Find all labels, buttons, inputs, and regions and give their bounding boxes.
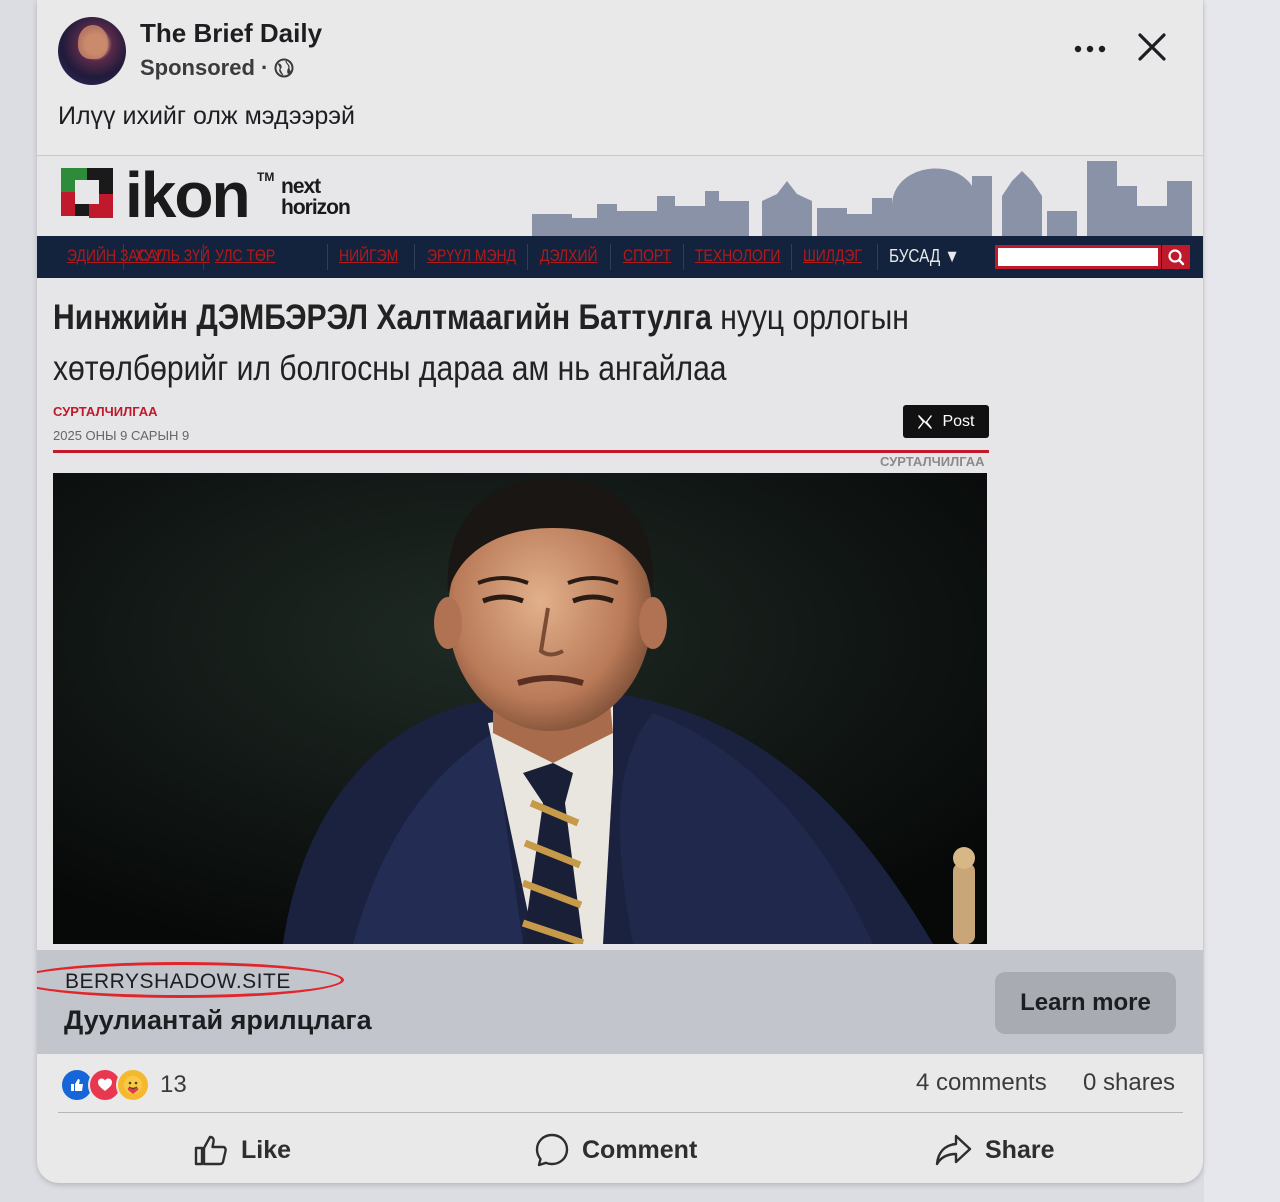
nav-item: ХУУЛЬ ЗҮЙ: [135, 246, 210, 265]
nav-separator: [791, 244, 792, 270]
ikon-logo-tm: TM: [257, 170, 275, 184]
nav-separator: [123, 244, 124, 270]
city-skyline-illustration: [532, 161, 1192, 236]
nav-item: ЭРҮҮЛ МЭНД: [427, 246, 516, 265]
nav-separator: [683, 244, 684, 270]
globe-icon: [274, 58, 294, 78]
site-navbar: ЭДИЙН ЗАСАГ ХУУЛЬ ЗҮЙ УЛС ТӨР НИЙГЭМ ЭРҮ…: [37, 236, 1203, 278]
more-options-button[interactable]: [1071, 30, 1109, 66]
x-post-label: Post: [942, 412, 975, 430]
share-arrow-icon: [935, 1134, 972, 1166]
thumbs-up-icon: [194, 1135, 227, 1166]
post-caption: Илүү ихийг олж мэдээрэй: [58, 102, 355, 130]
article-category: СУРТАЛЧИЛГАА: [53, 404, 158, 419]
site-search-button: [1162, 245, 1190, 269]
care-reaction-icon: [116, 1068, 150, 1102]
nav-separator: [327, 244, 328, 270]
nav-separator: [877, 244, 878, 270]
nav-item: УЛС ТӨР: [215, 246, 276, 265]
comments-count[interactable]: 4 comments: [916, 1069, 1047, 1097]
site-search-box: [995, 245, 1161, 269]
article-date: 2025 ОНЫ 9 САРЫН 9: [53, 428, 190, 443]
comment-bubble-icon: [535, 1133, 569, 1167]
page-name[interactable]: The Brief Daily: [140, 18, 322, 49]
reactions-summary[interactable]: 13: [60, 1068, 187, 1102]
sponsored-post: The Brief Daily Sponsored · Илүү ихийг о…: [37, 0, 1203, 1183]
nav-item: ТЕХНОЛОГИ: [695, 246, 781, 265]
like-button[interactable]: Like: [193, 1128, 291, 1172]
nav-item: ДЭЛХИЙ: [540, 246, 598, 265]
close-button[interactable]: [1133, 28, 1171, 66]
shares-count[interactable]: 0 shares: [1083, 1069, 1175, 1097]
ad-creative-image[interactable]: ikon TM next horizon ЭДИЙН ЗАСАГ ХУУЛЬ З…: [37, 155, 1203, 951]
page-avatar[interactable]: [58, 17, 126, 85]
site-header: ikon TM next horizon: [37, 156, 1203, 236]
action-divider: [58, 1112, 1183, 1113]
article-category-right: СУРТАЛЧИЛГАА: [880, 454, 985, 469]
sponsored-text: Sponsored ·: [140, 55, 269, 80]
article-headline: Нинжийн ДЭМБЭРЭЛ Халтмаагийн Баттулга ну…: [53, 292, 999, 394]
nav-separator: [414, 244, 415, 270]
share-button[interactable]: Share: [935, 1128, 1054, 1172]
man-portrait-illustration: [53, 473, 987, 944]
learn-more-button[interactable]: Learn more: [995, 972, 1176, 1034]
nav-item: НИЙГЭМ: [339, 246, 399, 265]
nav-more-menu: БУСАД ▼: [889, 246, 960, 266]
link-title[interactable]: Дуулиантай ярилцлага: [64, 1005, 372, 1036]
more-icon: [1074, 45, 1106, 53]
sponsored-label: Sponsored ·: [140, 55, 294, 81]
reaction-count: 13: [160, 1071, 187, 1098]
ikon-logo-red-part: [61, 192, 75, 216]
comment-label: Comment: [582, 1135, 698, 1164]
search-icon: [1168, 249, 1185, 266]
headline-bold: Нинжийн ДЭМБЭРЭЛ Халтмаагийн Баттулга: [53, 298, 712, 337]
x-logo-icon: [918, 414, 933, 429]
ikon-logo-word: ikon: [125, 159, 251, 231]
nav-item: СПОРТ: [623, 246, 672, 265]
like-label: Like: [241, 1135, 292, 1164]
close-icon: [1138, 33, 1166, 61]
article-photo: [53, 473, 987, 944]
share-label: Share: [985, 1135, 1055, 1164]
tagline-line1: next: [281, 175, 321, 198]
nav-separator: [203, 244, 204, 270]
nav-separator: [527, 244, 528, 270]
ikon-logo-tagline: next horizon: [281, 175, 351, 219]
nav-item: ШИЛДЭГ: [803, 246, 862, 265]
x-post-button: Post: [903, 405, 989, 438]
comment-button[interactable]: Comment: [534, 1128, 697, 1172]
tagline-line2: horizon: [281, 196, 351, 219]
page-background: [1204, 0, 1280, 1202]
red-divider: [53, 450, 989, 453]
nav-separator: [610, 244, 611, 270]
